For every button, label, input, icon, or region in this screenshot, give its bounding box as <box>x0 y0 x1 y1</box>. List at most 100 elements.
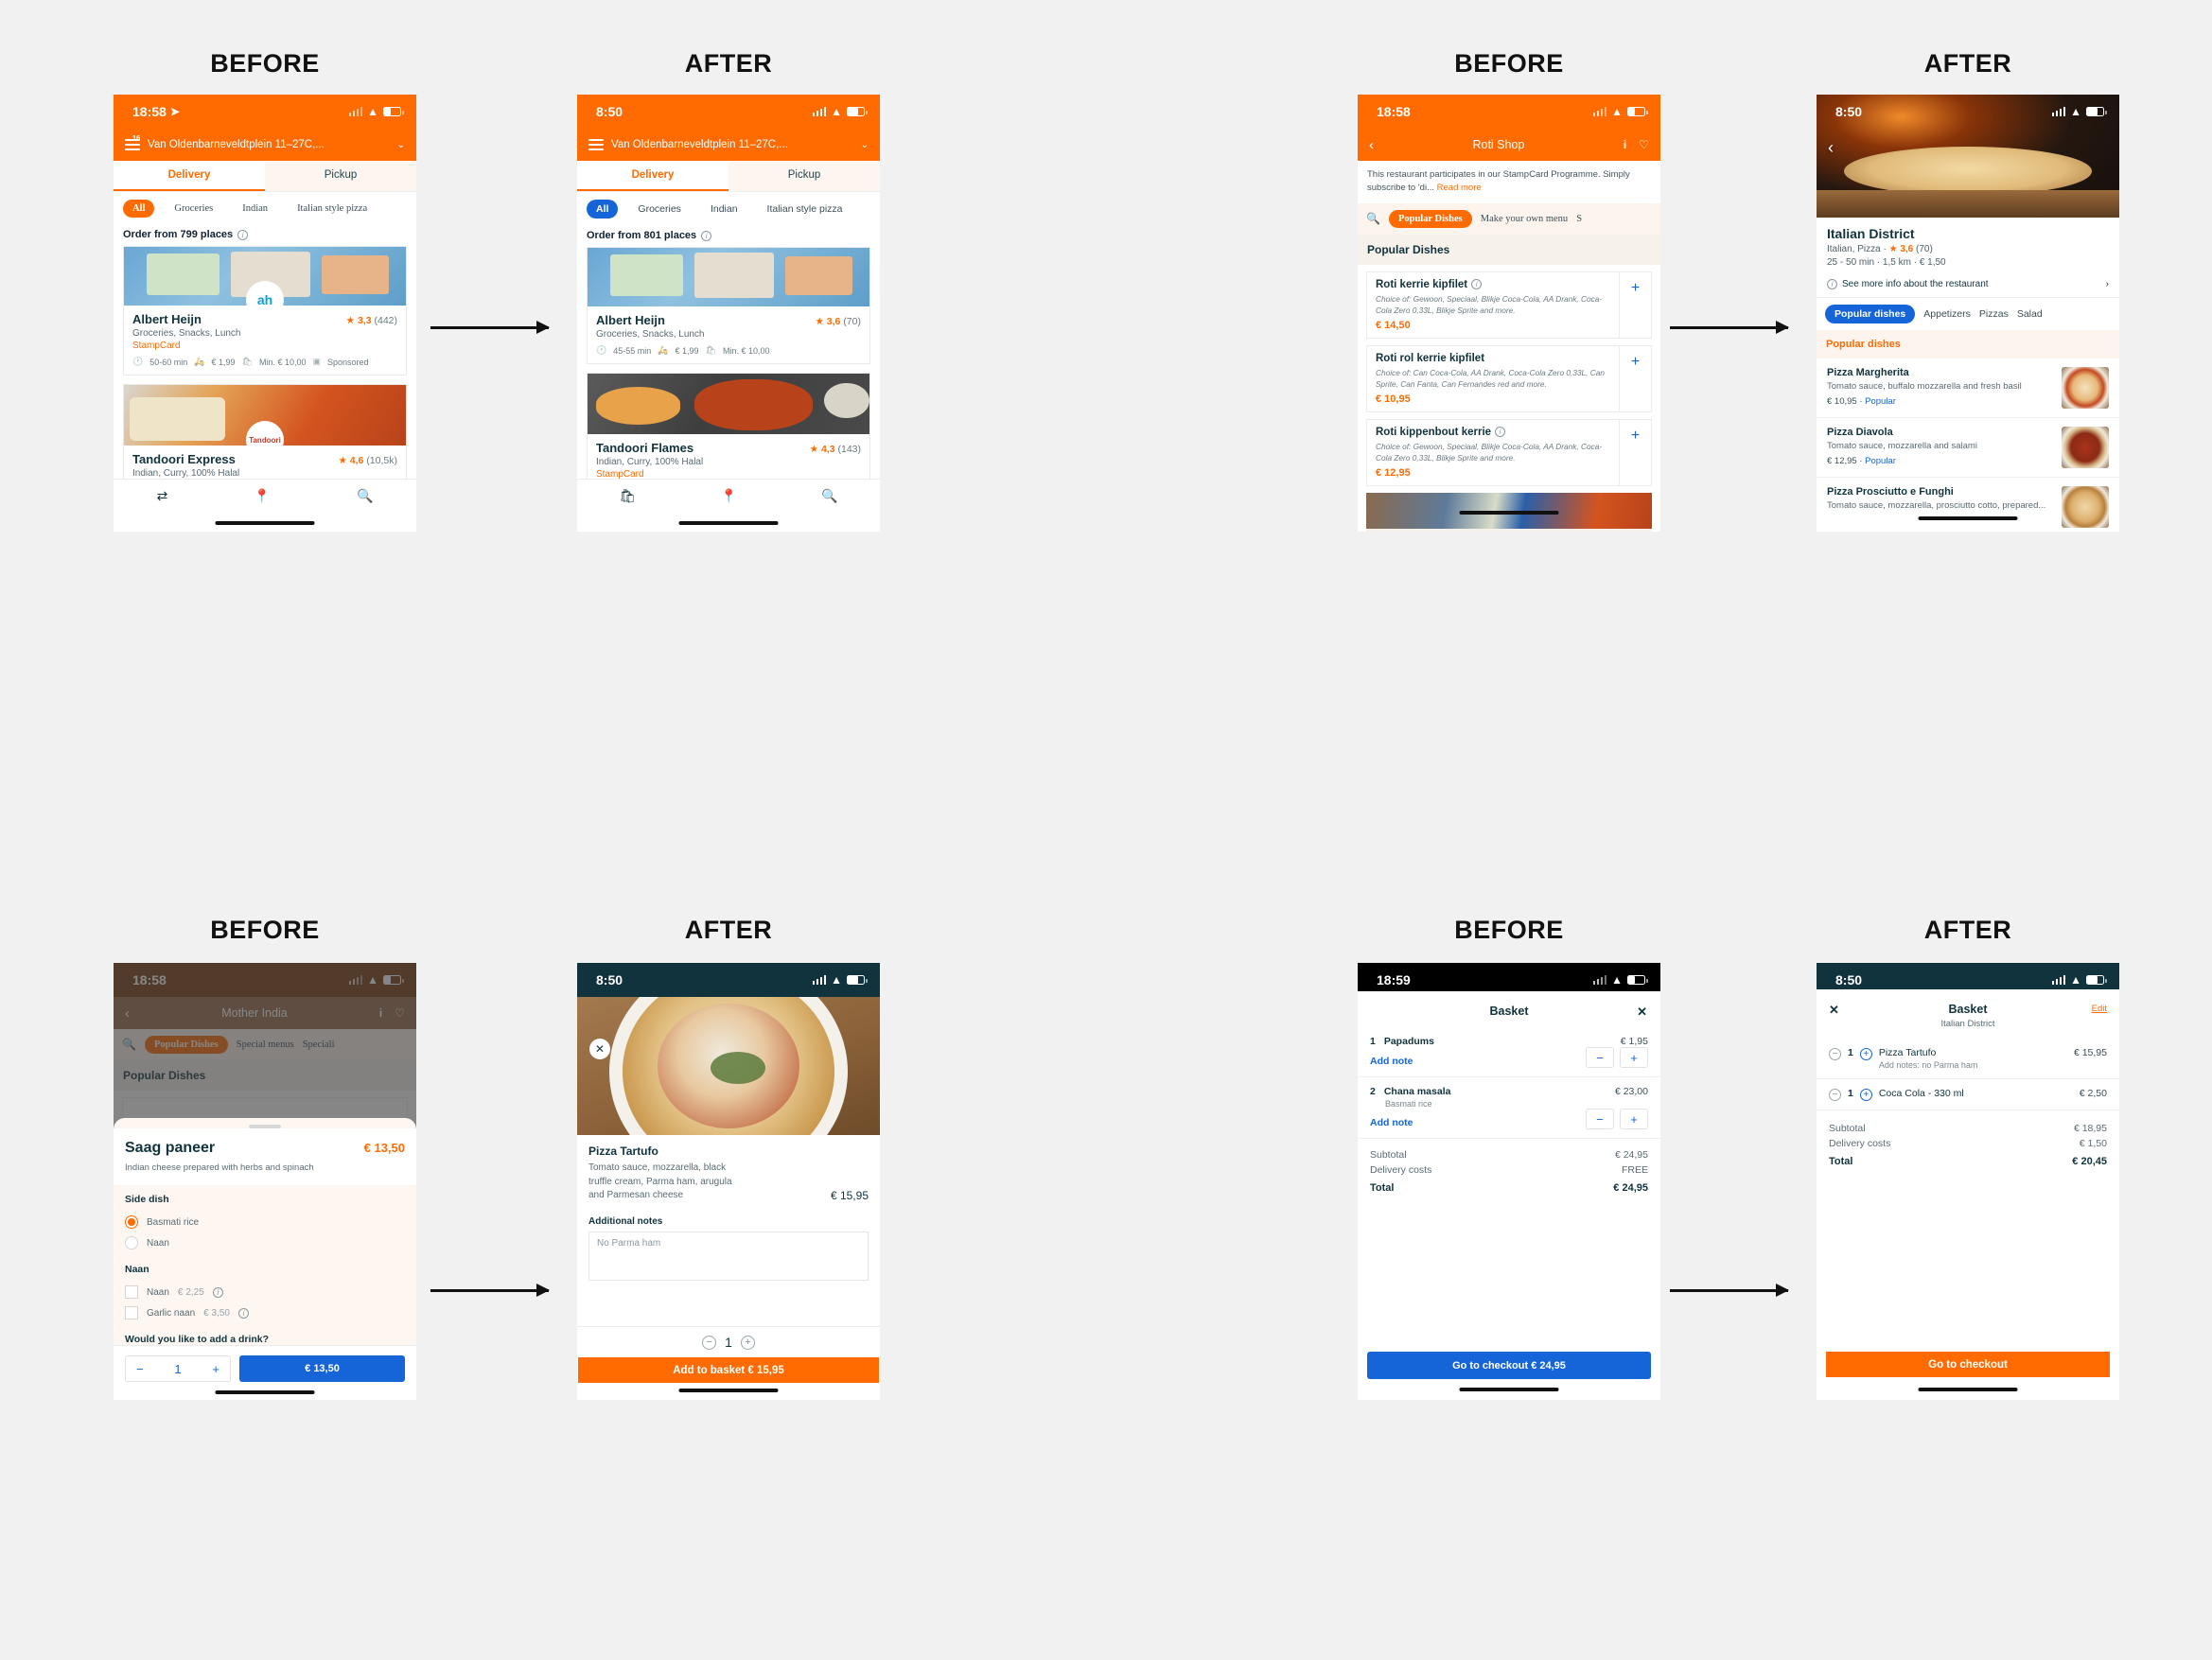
chip-make-your-own-menu[interactable]: Make your own menu <box>1481 214 1568 224</box>
tab-pickup[interactable]: Pickup <box>729 161 880 191</box>
chevron-left-icon[interactable]: ‹ <box>1828 138 1834 158</box>
tab-delivery[interactable]: Delivery <box>577 161 729 191</box>
dish-details: Pizza Tartufo Tomato sauce, mozzarella, … <box>577 1135 880 1281</box>
wifi-icon: ▲ <box>1611 105 1623 118</box>
increase-quantity-button[interactable]: + <box>1620 1109 1648 1129</box>
radio-button[interactable] <box>125 1215 138 1229</box>
close-icon[interactable]: ✕ <box>1637 1005 1647 1020</box>
minus-circle-icon[interactable]: − <box>702 1335 717 1350</box>
chip-indian[interactable]: Indian <box>701 200 747 218</box>
restaurant-info: Italian District Italian, Pizza · ★ 3,6 … <box>1817 218 2119 271</box>
restaurant-card[interactable]: Albert Heijn ★ 3,6 (70) Groceries, Snack… <box>587 247 870 364</box>
checkbox[interactable] <box>125 1306 138 1319</box>
bag-icon[interactable]: 🛍 <box>620 488 637 504</box>
chip-pizzas[interactable]: Pizzas <box>1979 308 2009 320</box>
decrease-quantity-button[interactable]: − <box>136 1362 144 1376</box>
location-pin-icon[interactable]: 📍 <box>720 488 736 504</box>
chip-groceries[interactable]: Groceries <box>165 200 222 218</box>
info-icon[interactable]: i <box>1471 279 1483 289</box>
tab-delivery[interactable]: Delivery <box>114 161 265 191</box>
rating: ★ 3,3 (442) <box>345 315 397 326</box>
hamburger-menu-icon[interactable] <box>588 137 604 153</box>
plus-circle-icon[interactable]: + <box>1859 1089 1872 1101</box>
restaurant-name: Tandoori Flames <box>596 441 694 455</box>
bottom-nav: 🛍 📍 🔍 <box>577 479 880 532</box>
increase-quantity-button[interactable]: + <box>212 1362 219 1376</box>
decrease-quantity-button[interactable]: − <box>1586 1109 1614 1129</box>
chip-all[interactable]: All <box>587 200 619 218</box>
minus-circle-icon[interactable]: − <box>1829 1048 1841 1060</box>
dish-name: Saag paneer <box>125 1140 216 1156</box>
quantity-stepper[interactable]: − 1 + <box>577 1335 880 1350</box>
chevron-left-icon[interactable]: ‹ <box>1369 137 1374 153</box>
chip-groceries[interactable]: Groceries <box>628 200 691 218</box>
chip-appetizers[interactable]: Appetizers <box>1923 308 1971 320</box>
total-label: Delivery costs <box>1370 1164 1432 1176</box>
plus-circle-icon[interactable]: + <box>740 1335 755 1350</box>
info-icon[interactable]: i <box>237 1307 249 1319</box>
additional-notes-input[interactable]: No Parma ham <box>588 1231 869 1281</box>
location-pin-icon[interactable]: 📍 <box>254 488 270 504</box>
radio-button[interactable] <box>125 1236 138 1249</box>
option-row[interactable]: Naan <box>125 1232 405 1253</box>
chip-italian-style-pizza[interactable]: Italian style pizza <box>758 200 852 218</box>
address-selector[interactable]: Van Oldenbarneveldtplein 11–27C,... <box>148 139 390 150</box>
info-icon[interactable]: i <box>701 230 712 241</box>
close-icon[interactable]: ✕ <box>589 1039 610 1059</box>
go-to-checkout-button[interactable]: Go to checkout <box>1826 1352 2110 1377</box>
plus-circle-icon[interactable]: + <box>1859 1048 1872 1060</box>
add-note-link[interactable]: Add note <box>1370 1056 1413 1067</box>
go-to-checkout-button[interactable]: Go to checkout € 24,95 <box>1367 1352 1651 1379</box>
add-note-link[interactable]: Add note <box>1370 1117 1413 1128</box>
chip-indian[interactable]: Indian <box>233 200 277 218</box>
chevron-down-icon[interactable]: ⌄ <box>861 140 869 150</box>
chevron-down-icon[interactable]: ⌄ <box>397 140 405 150</box>
category-chips: All Groceries Indian Italian style pizza <box>577 192 880 226</box>
dish-row[interactable]: Roti kippenbout kerrie i Choice of: Gewoo… <box>1366 418 1652 486</box>
see-more-info-row[interactable]: i See more info about the restaurant › <box>1817 271 2119 298</box>
add-to-basket-button[interactable]: € 13,50 <box>239 1355 405 1382</box>
add-to-basket-button[interactable]: Add to basket € 15,95 <box>578 1357 879 1383</box>
decrease-quantity-button[interactable]: − <box>1586 1047 1614 1068</box>
add-dish-button[interactable]: + <box>1619 419 1651 485</box>
menu-item[interactable]: Pizza Prosciutto e Funghi Tomato sauce, … <box>1817 478 2119 532</box>
search-icon[interactable]: 🔍 <box>821 488 837 504</box>
restaurant-card[interactable]: ah Albert Heijn ★ 3,3 (442) Groceries, S… <box>123 246 407 376</box>
info-icon[interactable]: i <box>237 229 249 240</box>
chip-italian-style-pizza[interactable]: Italian style pizza <box>288 200 377 218</box>
dish-summary: Saag paneer € 13,50 Indian cheese prepar… <box>114 1128 416 1185</box>
info-icon[interactable]: i <box>212 1286 223 1298</box>
info-icon[interactable]: i <box>1624 138 1626 151</box>
add-dish-button[interactable]: + <box>1619 271 1651 338</box>
hamburger-menu-icon[interactable]: 16 <box>125 132 145 153</box>
close-icon[interactable]: ✕ <box>1829 1003 1839 1018</box>
minimum-order: Min. € 10,00 <box>258 357 307 367</box>
chip-overflow[interactable]: S <box>1576 214 1582 224</box>
chip-popular-dishes[interactable]: Popular Dishes <box>1388 209 1472 228</box>
chip-all[interactable]: All <box>123 200 155 218</box>
search-icon[interactable]: 🔍 <box>1366 212 1380 226</box>
dish-row[interactable]: Roti kerrie kipfilet i Choice of: Gewoon,… <box>1366 271 1652 339</box>
address-selector[interactable]: Van Oldenbarneveldtplein 11–27C,... <box>611 139 853 150</box>
edit-button[interactable]: Edit <box>2092 1004 2107 1014</box>
tab-pickup[interactable]: Pickup <box>265 161 416 191</box>
info-icon[interactable]: i <box>1495 427 1506 438</box>
menu-item[interactable]: Pizza Diavola Tomato sauce, mozzarella a… <box>1817 418 2119 478</box>
read-more-link[interactable]: Read more <box>1437 183 1482 193</box>
minus-circle-icon[interactable]: − <box>1829 1089 1841 1101</box>
wifi-icon: ▲ <box>2070 973 2081 987</box>
search-icon[interactable]: 🔍 <box>357 488 373 504</box>
chip-popular-dishes[interactable]: Popular dishes <box>1825 305 1916 323</box>
menu-item[interactable]: Pizza Margherita Tomato sauce, buffalo m… <box>1817 358 2119 418</box>
chip-salad[interactable]: Salad <box>2017 308 2043 320</box>
quantity-stepper[interactable]: − 1 + <box>125 1355 231 1382</box>
sliders-icon[interactable]: ⇄ <box>157 488 168 504</box>
increase-quantity-button[interactable]: + <box>1620 1047 1648 1068</box>
option-row[interactable]: Naan € 2,25 i <box>125 1282 405 1302</box>
option-row[interactable]: Basmati rice <box>125 1212 405 1232</box>
option-row[interactable]: Garlic naan € 3,50 i <box>125 1302 405 1323</box>
dish-row[interactable]: Roti rol kerrie kipfilet Choice of: Can … <box>1366 344 1652 412</box>
add-dish-button[interactable]: + <box>1619 345 1651 411</box>
heart-icon[interactable]: ♡ <box>1639 138 1649 151</box>
checkbox[interactable] <box>125 1285 138 1299</box>
